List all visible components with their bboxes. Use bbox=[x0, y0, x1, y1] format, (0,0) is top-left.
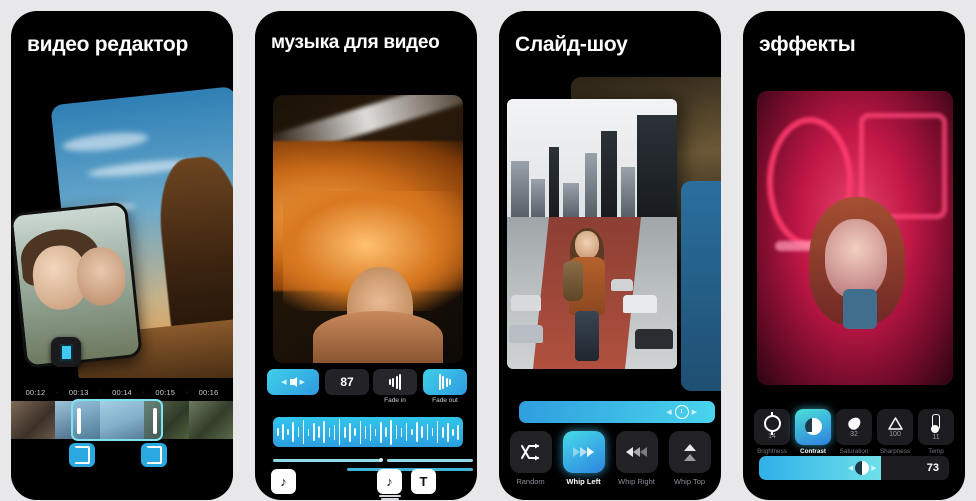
timeline-ruler: 00:12 · 00:13 · 00:14 · 00:15 · 00:16 bbox=[11, 378, 233, 401]
timeline-timestamp: 00:13 bbox=[68, 388, 89, 397]
saturation-icon[interactable]: 32 bbox=[836, 409, 872, 445]
transition-option-random[interactable]: Random bbox=[507, 431, 554, 486]
phone-mockup-4: эффекты 14 Brightness Contrast 32 Satura… bbox=[743, 11, 965, 500]
fade-controls: Fade in Fade out bbox=[373, 369, 467, 404]
panel-slideshow: Слайд-шоу ◀ ▶ Random Whip Left Whip Righ… bbox=[488, 0, 732, 501]
volume-button[interactable]: ◀ ▶ bbox=[267, 369, 319, 395]
adjustment-label: Temp bbox=[928, 448, 944, 455]
slider-value: 73 bbox=[926, 462, 939, 474]
screenshot-gallery: видео редактор 00:12 · 00:13 · 00:14 · 0… bbox=[0, 0, 976, 501]
shuffle-icon[interactable] bbox=[509, 431, 552, 473]
adjustment-label: Sharpness bbox=[879, 448, 911, 455]
panel-title-4: эффекты bbox=[759, 33, 856, 56]
music-note-icon[interactable]: ♪ bbox=[377, 469, 402, 500]
fade-out-label: Fade out bbox=[432, 397, 458, 404]
stack-lines-icon bbox=[377, 494, 402, 500]
timeline: 00:12 · 00:13 · 00:14 · 00:15 · 00:16 bbox=[11, 378, 233, 500]
adjustment-temp[interactable]: 11 Temp bbox=[917, 409, 955, 455]
clock-icon bbox=[674, 405, 689, 419]
transition-label: Random bbox=[516, 477, 545, 486]
adjustment-saturation[interactable]: 32 Saturation bbox=[835, 409, 873, 455]
panel-effects: эффекты 14 Brightness Contrast 32 Satura… bbox=[732, 0, 976, 501]
arrow-left-icon: ◀ bbox=[847, 465, 854, 472]
timeline-clip[interactable] bbox=[11, 401, 56, 439]
preview-photo-hair bbox=[273, 95, 463, 363]
transition-markers bbox=[11, 439, 233, 473]
adjustment-label: Contrast bbox=[800, 448, 826, 455]
temperature-icon[interactable]: 11 bbox=[918, 409, 954, 445]
arrow-left-icon: ◀ bbox=[666, 409, 672, 416]
transition-icon[interactable] bbox=[141, 443, 167, 467]
adjustment-sharpness[interactable]: 100 Sharpness bbox=[876, 409, 914, 455]
phone-mockup-1: видео редактор 00:12 · 00:13 · 00:14 · 0… bbox=[11, 11, 233, 500]
speaker-icon bbox=[289, 377, 297, 387]
timeline-timestamp: 00:14 bbox=[112, 388, 132, 397]
duration-bar[interactable]: ◀ ▶ bbox=[519, 401, 715, 423]
split-handle-icon[interactable] bbox=[51, 337, 81, 367]
panel-video-editor: видео редактор 00:12 · 00:13 · 00:14 · 0… bbox=[0, 0, 244, 501]
track-lines bbox=[273, 458, 473, 471]
timeline-timestamp: 00:12 bbox=[25, 388, 46, 397]
brightness-icon[interactable]: 14 bbox=[754, 409, 790, 445]
music-note-icon[interactable]: ♪ bbox=[271, 469, 296, 494]
timeline-clip-strip[interactable] bbox=[11, 399, 233, 441]
phone-mockup-3: Слайд-шоу ◀ ▶ Random Whip Left Whip Righ… bbox=[499, 11, 721, 500]
adjustment-label: Brightness bbox=[757, 448, 787, 455]
adjustment-contrast[interactable]: Contrast bbox=[794, 409, 832, 455]
transition-option-whip-left[interactable]: Whip Left bbox=[560, 431, 607, 486]
transition-label: Whip Left bbox=[566, 477, 601, 486]
trim-handle-left[interactable] bbox=[77, 408, 81, 434]
trim-handle-right[interactable] bbox=[153, 408, 157, 434]
timeline-clip[interactable] bbox=[188, 401, 233, 439]
adjustment-value: 11 bbox=[932, 433, 940, 441]
panel-title-3: Слайд-шоу bbox=[515, 33, 628, 56]
timeline-timestamp: 00:16 bbox=[198, 388, 219, 397]
preview-photo-city bbox=[507, 99, 677, 369]
clip-selection-box[interactable] bbox=[71, 399, 163, 441]
contrast-icon[interactable] bbox=[855, 461, 870, 475]
adjustment-brightness[interactable]: 14 Brightness bbox=[753, 409, 791, 455]
fade-in-control[interactable]: Fade in bbox=[373, 369, 417, 404]
transition-option-whip-top[interactable]: Whip Top bbox=[666, 431, 713, 486]
adjustment-value: 32 bbox=[850, 430, 858, 438]
panel-title-2: музыка для видео bbox=[271, 32, 440, 53]
transition-icon[interactable] bbox=[69, 443, 95, 467]
whip-left-icon[interactable] bbox=[562, 431, 605, 473]
transition-picker: Random Whip Left Whip Right Whip Top bbox=[507, 431, 713, 486]
preview-photo-sliding bbox=[681, 181, 721, 391]
preview-photo-neon bbox=[757, 91, 953, 385]
fade-in-icon[interactable] bbox=[373, 369, 417, 395]
panel-title-1: видео редактор bbox=[27, 33, 188, 56]
adjustment-label: Saturation bbox=[839, 448, 869, 455]
whip-right-icon[interactable] bbox=[615, 431, 658, 473]
track-buttons: ♪ ♪ T bbox=[269, 469, 467, 500]
audio-waveform[interactable] bbox=[273, 417, 463, 447]
adjustment-value: 100 bbox=[889, 430, 901, 438]
slider-fill[interactable]: ◀ ▶ bbox=[759, 456, 881, 480]
phone-mockup-2: музыка для видео ◀ ▶ 87 Fade in Fade out… bbox=[255, 11, 477, 500]
sharpness-icon[interactable]: 100 bbox=[877, 409, 913, 445]
timeline-timestamp: 00:15 bbox=[155, 388, 176, 397]
panel-music-for-video: музыка для видео ◀ ▶ 87 Fade in Fade out… bbox=[244, 0, 488, 501]
volume-value[interactable]: 87 bbox=[325, 369, 369, 395]
arrow-right-icon: ▶ bbox=[691, 409, 697, 416]
arrow-right-icon: ▶ bbox=[871, 465, 877, 472]
fade-out-icon[interactable] bbox=[423, 369, 467, 395]
adjustment-slider[interactable]: ◀ ▶ 73 bbox=[759, 456, 949, 480]
transition-option-whip-right[interactable]: Whip Right bbox=[613, 431, 660, 486]
text-tool-icon[interactable]: T bbox=[411, 469, 436, 494]
transition-label: Whip Top bbox=[673, 477, 706, 486]
contrast-icon[interactable] bbox=[795, 409, 831, 445]
transition-label: Whip Right bbox=[618, 477, 655, 486]
arrow-right-icon: ▶ bbox=[299, 379, 305, 386]
whip-top-icon[interactable] bbox=[668, 431, 711, 473]
fade-out-control[interactable]: Fade out bbox=[423, 369, 467, 404]
fade-in-label: Fade in bbox=[384, 397, 406, 404]
arrow-left-icon: ◀ bbox=[281, 379, 287, 386]
adjustment-toolbar: 14 Brightness Contrast 32 Saturation 100… bbox=[753, 409, 955, 455]
